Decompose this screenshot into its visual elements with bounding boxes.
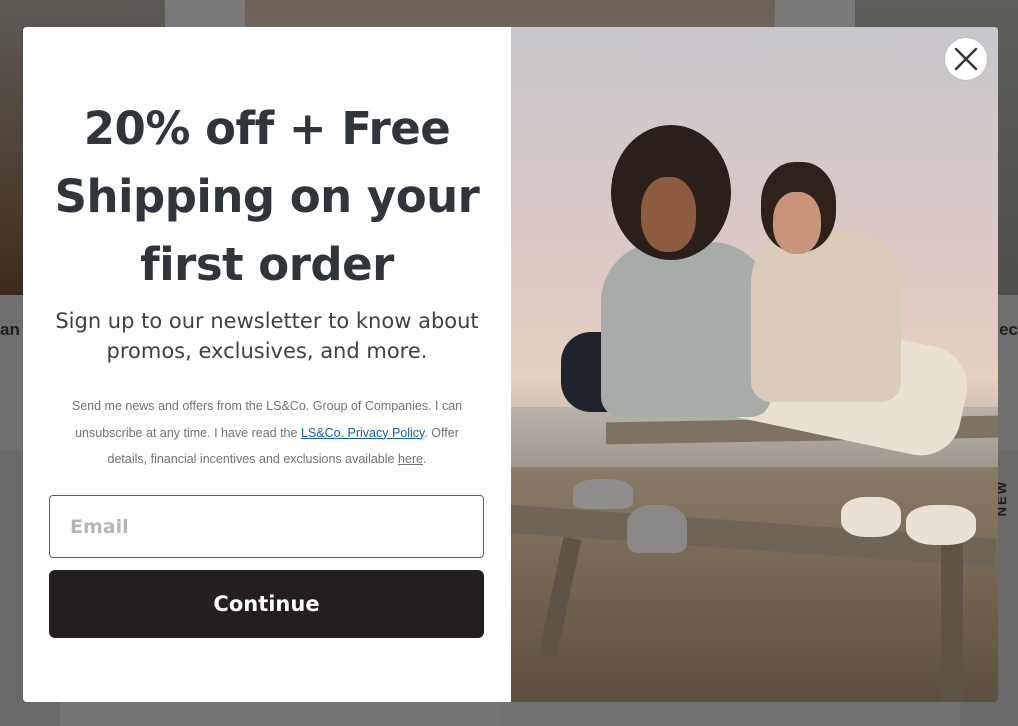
background-product-label: an [0,320,20,339]
modal-form-panel: 20% off + Free Shipping on your first or… [23,27,511,702]
photo-shoe [841,497,901,537]
close-button[interactable] [945,38,987,80]
photo-bench-leg [941,527,963,702]
photo-shoe [627,505,687,553]
photo-shoe [573,479,633,509]
legal-disclaimer: Send me news and offers from the LS&Co. … [55,393,479,473]
privacy-policy-link[interactable]: LS&Co. Privacy Policy [301,426,424,440]
photo-person-b-body [751,232,901,402]
newsletter-modal: 20% off + Free Shipping on your first or… [23,27,998,702]
email-field[interactable] [49,495,484,558]
photo-person-a-face [641,177,696,252]
legal-text: . [423,452,427,466]
background-product-label: ec [999,320,1018,339]
modal-subhead: Sign up to our newsletter to know about … [55,309,479,363]
continue-button[interactable]: Continue [49,570,484,638]
close-icon [954,47,978,71]
photo-person-b-face [773,192,821,254]
modal-headline: 20% off + Free Shipping on your first or… [54,102,480,291]
photo-shoe [906,505,976,545]
offer-details-link[interactable]: here [398,452,423,466]
promo-photo [511,27,998,702]
photo-person-a-body [601,242,771,417]
